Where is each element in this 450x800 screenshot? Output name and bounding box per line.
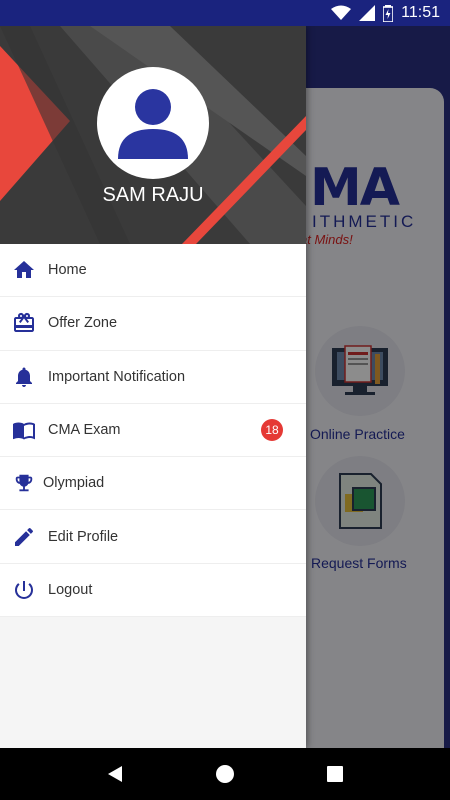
home-circle-icon[interactable]	[205, 754, 245, 794]
menu-item-cma-exam[interactable]: CMA Exam 18	[0, 404, 306, 458]
pencil-icon	[12, 525, 36, 549]
signal-icon	[359, 5, 376, 21]
trophy-icon	[12, 471, 36, 495]
menu-item-home[interactable]: Home	[0, 244, 306, 298]
menu-item-label: Offer Zone	[48, 315, 118, 332]
status-time: 11:51	[401, 4, 440, 21]
book-icon	[12, 418, 36, 442]
menu-item-offer-zone[interactable]: Offer Zone	[0, 297, 306, 351]
avatar[interactable]	[97, 67, 209, 179]
battery-icon	[383, 4, 394, 22]
system-nav-bar	[0, 748, 450, 800]
gift-card-icon	[12, 311, 36, 335]
menu-item-edit-profile[interactable]: Edit Profile	[0, 510, 306, 564]
user-name: SAM RAJU	[102, 184, 204, 206]
wifi-icon	[331, 5, 352, 21]
menu-item-label: Logout	[48, 581, 93, 598]
power-icon	[12, 578, 36, 602]
menu-item-label: Important Notification	[48, 368, 186, 385]
cma-exam-count-badge: 18	[261, 419, 283, 442]
menu-item-olympiad[interactable]: Olympiad	[0, 457, 306, 511]
home-icon	[12, 258, 36, 282]
bell-icon	[12, 365, 36, 389]
status-bar: 11:51	[0, 0, 450, 26]
recents-icon[interactable]	[315, 754, 355, 794]
navigation-drawer: SAM RAJU Home Offer Zone Important Notif…	[0, 26, 306, 748]
menu-item-label: Edit Profile	[48, 528, 119, 545]
menu-item-important-notification[interactable]: Important Notification	[0, 351, 306, 404]
menu-item-label: Home	[48, 262, 87, 279]
drawer-menu: Home Offer Zone Important Notification C…	[0, 244, 306, 618]
back-icon[interactable]	[95, 754, 135, 794]
menu-item-logout[interactable]: Logout	[0, 564, 306, 618]
person-icon	[118, 89, 188, 159]
menu-item-label: Olympiad	[43, 475, 105, 492]
menu-item-label: CMA Exam	[48, 422, 121, 439]
drawer-header: SAM RAJU	[0, 26, 306, 244]
